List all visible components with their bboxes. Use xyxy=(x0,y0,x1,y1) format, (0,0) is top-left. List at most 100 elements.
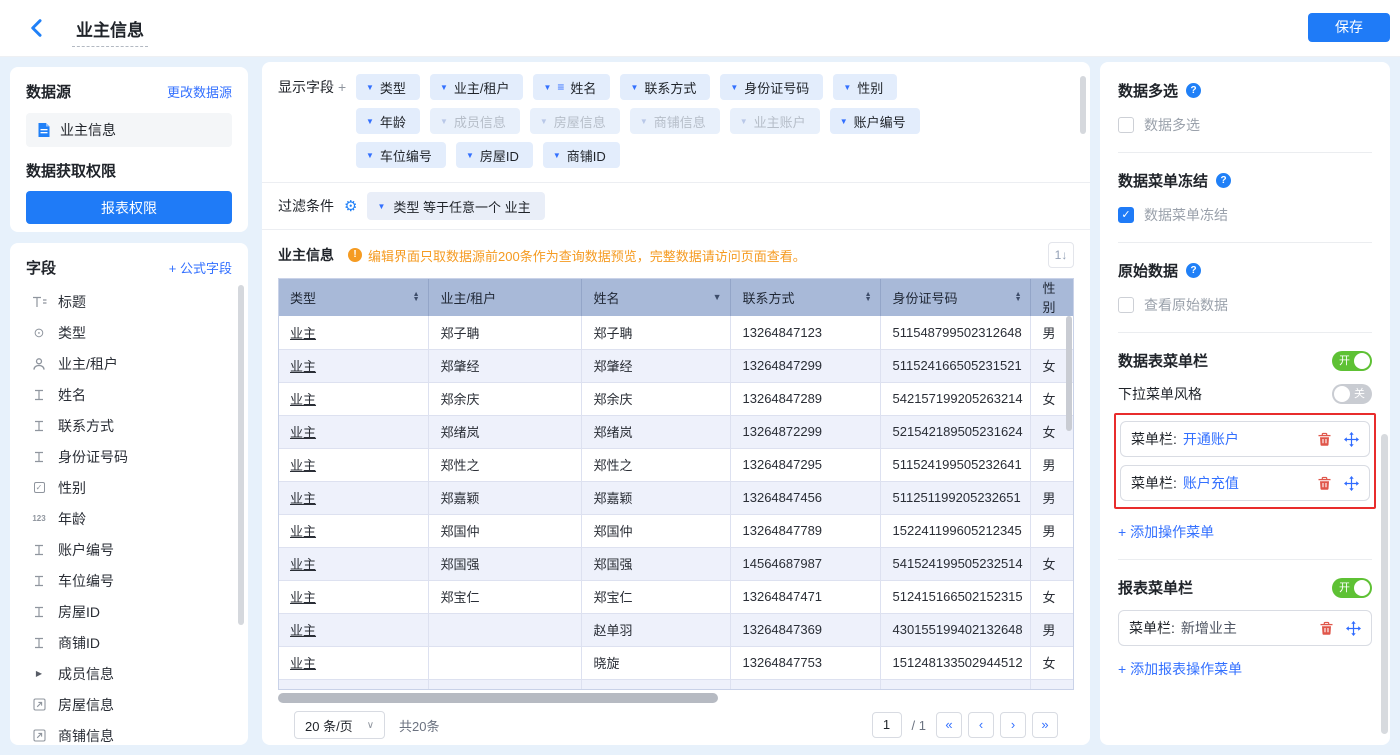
chip-owner-account[interactable]: ▼业主账户 xyxy=(730,108,820,134)
back-icon[interactable] xyxy=(26,17,48,39)
field-item-type[interactable]: ⊙ 类型 xyxy=(26,317,232,348)
field-item-member-info[interactable]: ▶ 成员信息 xyxy=(26,658,232,689)
table-row-partial[interactable] xyxy=(278,679,1074,690)
menu-freeze-checkbox-row[interactable]: ✓ 数据菜单冻结 xyxy=(1118,205,1372,225)
table-horizontal-scrollbar-thumb[interactable] xyxy=(278,693,718,703)
field-item-house-info[interactable]: 房屋信息 xyxy=(26,689,232,720)
checkbox-unchecked[interactable] xyxy=(1118,297,1134,313)
gear-icon[interactable]: ⚙ xyxy=(344,197,357,215)
table-row[interactable]: 业主郑余庆郑余庆13264847289542157199205263214女 xyxy=(278,382,1074,415)
trash-icon[interactable] xyxy=(1317,476,1332,491)
column-header-id-number[interactable]: 身份证号码▲▼ xyxy=(880,278,1030,316)
trash-icon[interactable] xyxy=(1317,432,1332,447)
sort-icon[interactable]: ▲▼ xyxy=(413,292,420,302)
field-item-owner-tenant[interactable]: 业主/租户 xyxy=(26,348,232,379)
chip-member-info[interactable]: ▼成员信息 xyxy=(430,108,520,134)
change-datasource-link[interactable]: 更改数据源 xyxy=(167,82,232,101)
prev-page-button[interactable]: ‹ xyxy=(968,712,994,738)
table-vertical-scrollbar-thumb[interactable] xyxy=(1066,316,1072,431)
chip-parking-no[interactable]: ▼车位编号 xyxy=(356,142,446,168)
filter-condition-chip[interactable]: ▼ 类型 等于任意一个 业主 xyxy=(367,192,544,220)
report-menu-toggle-on[interactable]: 开 xyxy=(1332,578,1372,598)
chip-type[interactable]: ▼类型 xyxy=(356,74,420,100)
save-button[interactable]: 保存 xyxy=(1308,13,1390,42)
add-display-field-icon[interactable]: + xyxy=(338,79,346,95)
chip-gender[interactable]: ▼性别 xyxy=(833,74,897,100)
help-icon[interactable]: ? xyxy=(1216,173,1231,188)
table-row[interactable]: 业主郑国强郑国强14564687987541524199505232514女 xyxy=(278,547,1074,580)
chip-id-number[interactable]: ▼身份证号码 xyxy=(720,74,823,100)
checkbox-checked[interactable]: ✓ xyxy=(1118,207,1134,223)
page-size-select[interactable]: 20 条/页 ∨ xyxy=(294,711,385,739)
menu-item-new-owner[interactable]: 菜单栏: 新增业主 xyxy=(1118,610,1372,646)
menu-item-name[interactable]: 开通账户 xyxy=(1183,429,1239,449)
table-row[interactable]: 业主郑肇经郑肇经13264847299511524166505231521女 xyxy=(278,349,1074,382)
report-permission-button[interactable]: 报表权限 xyxy=(26,191,232,224)
fields-scrollbar-thumb[interactable] xyxy=(238,285,244,625)
table-row[interactable]: 业主郑国仲郑国仲13264847789152241199605212345男 xyxy=(278,514,1074,547)
chip-owner-tenant[interactable]: ▼业主/租户 xyxy=(430,74,524,100)
field-item-gender[interactable]: ✓ 性别 xyxy=(26,472,232,503)
table-row[interactable]: 业主郑子聃郑子聃13264847123511548799502312648男 xyxy=(278,316,1074,349)
field-item-id-number[interactable]: 身份证号码 xyxy=(26,441,232,472)
chip-shop-id[interactable]: ▼商铺ID xyxy=(543,142,620,168)
column-header-owner-tenant[interactable]: 业主/租户 xyxy=(428,278,581,316)
move-icon[interactable] xyxy=(1344,476,1359,491)
sort-icon[interactable]: ▲▼ xyxy=(1015,292,1022,302)
add-formula-field-link[interactable]: + 公式字段 xyxy=(169,258,232,277)
column-header-gender[interactable]: 性别 xyxy=(1030,278,1074,316)
menu-item-name[interactable]: 新增业主 xyxy=(1181,618,1237,638)
dropdown-style-toggle-off[interactable]: 关 xyxy=(1332,384,1372,404)
table-menu-toggle-on[interactable]: 开 xyxy=(1332,351,1372,371)
chip-house-id[interactable]: ▼房屋ID xyxy=(456,142,533,168)
raw-data-checkbox-row[interactable]: 查看原始数据 xyxy=(1118,295,1372,315)
field-item-shop-info[interactable]: 商铺信息 xyxy=(26,720,232,745)
page-input[interactable]: 1 xyxy=(872,712,902,738)
column-header-type[interactable]: 类型▲▼ xyxy=(278,278,428,316)
help-icon[interactable]: ? xyxy=(1186,83,1201,98)
display-fields-scrollbar-thumb[interactable] xyxy=(1080,76,1086,134)
settings-scrollbar-thumb[interactable] xyxy=(1381,434,1388,734)
column-header-name[interactable]: 姓名▼ xyxy=(581,278,730,316)
move-icon[interactable] xyxy=(1344,432,1359,447)
table-row[interactable]: 业主赵单羽13264847369430155199402132648男 xyxy=(278,613,1074,646)
sort-icon[interactable]: ▲▼ xyxy=(865,292,872,302)
menu-item-open-account[interactable]: 菜单栏: 开通账户 xyxy=(1120,421,1370,457)
last-page-button[interactable]: » xyxy=(1032,712,1058,738)
datasource-item[interactable]: 业主信息 xyxy=(26,113,232,147)
chip-age[interactable]: ▼年龄 xyxy=(356,108,420,134)
field-item-name[interactable]: 姓名 xyxy=(26,379,232,410)
chip-house-info[interactable]: ▼房屋信息 xyxy=(530,108,620,134)
chip-shop-info[interactable]: ▼商铺信息 xyxy=(630,108,720,134)
field-item-house-id[interactable]: 房屋ID xyxy=(26,596,232,627)
field-item-title[interactable]: 标题 xyxy=(26,286,232,317)
next-page-button[interactable]: › xyxy=(1000,712,1026,738)
column-header-contact[interactable]: 联系方式▲▼ xyxy=(730,278,880,316)
first-page-button[interactable]: « xyxy=(936,712,962,738)
help-icon[interactable]: ? xyxy=(1186,263,1201,278)
menu-item-name[interactable]: 账户充值 xyxy=(1183,473,1239,493)
table-row[interactable]: 业主晓旋13264847753151248133502944512女 xyxy=(278,646,1074,679)
add-action-menu-link[interactable]: + 添加操作菜单 xyxy=(1118,522,1372,542)
field-item-shop-id[interactable]: 商铺ID xyxy=(26,627,232,658)
field-item-parking-no[interactable]: 车位编号 xyxy=(26,565,232,596)
table-row[interactable]: 业主郑性之郑性之13264847295511524199505232641男 xyxy=(278,448,1074,481)
sort-desc-icon[interactable]: ▼ xyxy=(713,292,722,302)
checkbox-unchecked[interactable] xyxy=(1118,117,1134,133)
table-row[interactable]: 业主郑嘉颖郑嘉颖13264847456511251199205232651男 xyxy=(278,481,1074,514)
trash-icon[interactable] xyxy=(1319,621,1334,636)
table-row[interactable]: 业主郑绪岚郑绪岚13264872299521542189505231624女 xyxy=(278,415,1074,448)
menu-item-recharge-account[interactable]: 菜单栏: 账户充值 xyxy=(1120,465,1370,501)
field-item-account-no[interactable]: 账户编号 xyxy=(26,534,232,565)
move-icon[interactable] xyxy=(1346,621,1361,636)
chip-name[interactable]: ▼≡姓名 xyxy=(533,74,610,100)
field-item-contact[interactable]: 联系方式 xyxy=(26,410,232,441)
page-title[interactable]: 业主信息 xyxy=(72,16,148,47)
table-row[interactable]: 业主郑宝仁郑宝仁13264847471512415166502152315女 xyxy=(278,580,1074,613)
add-report-action-menu-link[interactable]: + 添加报表操作菜单 xyxy=(1118,659,1372,679)
chip-account-no[interactable]: ▼账户编号 xyxy=(830,108,920,134)
sort-order-icon[interactable]: 1↓ xyxy=(1048,242,1074,268)
multi-select-checkbox-row[interactable]: 数据多选 xyxy=(1118,115,1372,135)
field-item-age[interactable]: 123 年龄 xyxy=(26,503,232,534)
chip-contact[interactable]: ▼联系方式 xyxy=(620,74,710,100)
